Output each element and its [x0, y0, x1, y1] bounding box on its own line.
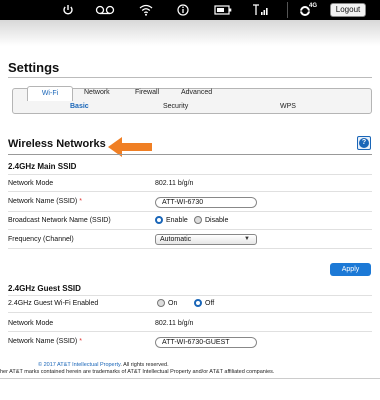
guest-off-radio[interactable]	[194, 299, 202, 307]
footer-copyright: © 2017 AT&T Intellectual Property. All r…	[38, 362, 169, 368]
broadcast-enable-radio[interactable]	[155, 216, 163, 224]
help-icon[interactable]: ?	[357, 136, 371, 150]
guest-network-name-label: Network Name (SSID) *	[8, 338, 82, 345]
tab-firewall[interactable]: Firewall	[135, 89, 159, 96]
signal-icon[interactable]	[252, 2, 270, 18]
broadcast-disable-label: Disable	[205, 217, 229, 224]
divider	[8, 229, 372, 230]
divider	[8, 248, 372, 249]
status-bar: 4G Logout	[0, 0, 380, 20]
guest-network-mode-label: Network Mode	[8, 320, 54, 327]
network-mode-value: 802.11 b/g/n	[155, 180, 194, 187]
guest-ssid-title: 2.4GHz Guest SSID	[8, 284, 81, 293]
required-mark: *	[79, 198, 82, 205]
subtab-wps[interactable]: WPS	[280, 103, 296, 110]
logout-button[interactable]: Logout	[330, 3, 366, 17]
guest-on-radio[interactable]	[157, 299, 165, 307]
voicemail-icon[interactable]	[94, 2, 116, 18]
chevron-down-icon: ▼	[244, 236, 250, 242]
guest-network-name-input[interactable]: ATT-WI-6730-GUEST	[155, 337, 257, 348]
guest-off-label: Off	[205, 300, 215, 307]
divider	[8, 191, 372, 192]
network-name-input[interactable]: ATT-WI-6730	[155, 197, 257, 208]
divider	[8, 312, 372, 313]
divider	[8, 331, 372, 332]
footer-trademark: her AT&T marks contained herein are trad…	[0, 369, 275, 375]
divider	[287, 2, 288, 18]
main-ssid-title: 2.4GHz Main SSID	[8, 162, 77, 171]
broadcast-label: Broadcast Network Name (SSID)	[8, 217, 111, 224]
broadcast-disable-radio[interactable]	[194, 216, 202, 224]
required-mark: *	[79, 338, 82, 345]
divider	[8, 295, 372, 296]
network-name-label: Network Name (SSID) *	[8, 198, 82, 205]
tab-wifi[interactable]: Wi-Fi	[27, 86, 73, 101]
divider	[8, 77, 372, 78]
network-mode-label: Network Mode	[8, 180, 54, 187]
tab-advanced[interactable]: Advanced	[181, 89, 212, 96]
broadcast-enable-label: Enable	[166, 217, 188, 224]
info-icon[interactable]	[175, 2, 191, 18]
frequency-label: Frequency (Channel)	[8, 236, 74, 243]
divider	[8, 154, 372, 155]
battery-icon[interactable]	[213, 2, 233, 18]
subtab-basic[interactable]: Basic	[70, 103, 89, 110]
network-4g-icon: 4G	[297, 2, 319, 18]
subtab-security[interactable]: Security	[163, 103, 188, 110]
copyright-link[interactable]: © 2017 AT&T Intellectual Property	[38, 362, 120, 368]
guest-on-label: On	[168, 300, 178, 307]
tab-network[interactable]: Network	[84, 89, 110, 96]
power-icon[interactable]	[60, 2, 76, 18]
divider	[0, 378, 380, 379]
guest-network-mode-value: 802.11 b/g/n	[155, 320, 194, 327]
divider	[8, 174, 372, 175]
arrow-left-icon	[108, 137, 154, 162]
guest-enabled-label: 2.4GHz Guest Wi-Fi Enabled	[8, 300, 99, 307]
divider	[8, 211, 372, 212]
apply-button[interactable]: Apply	[330, 263, 371, 276]
page-title: Settings	[8, 60, 60, 75]
wifi-icon[interactable]	[138, 2, 154, 18]
header-shadow	[0, 20, 380, 46]
frequency-select[interactable]: Automatic ▼	[155, 234, 257, 245]
network-label: 4G	[309, 3, 318, 9]
section-title: Wireless Networks	[8, 138, 106, 150]
